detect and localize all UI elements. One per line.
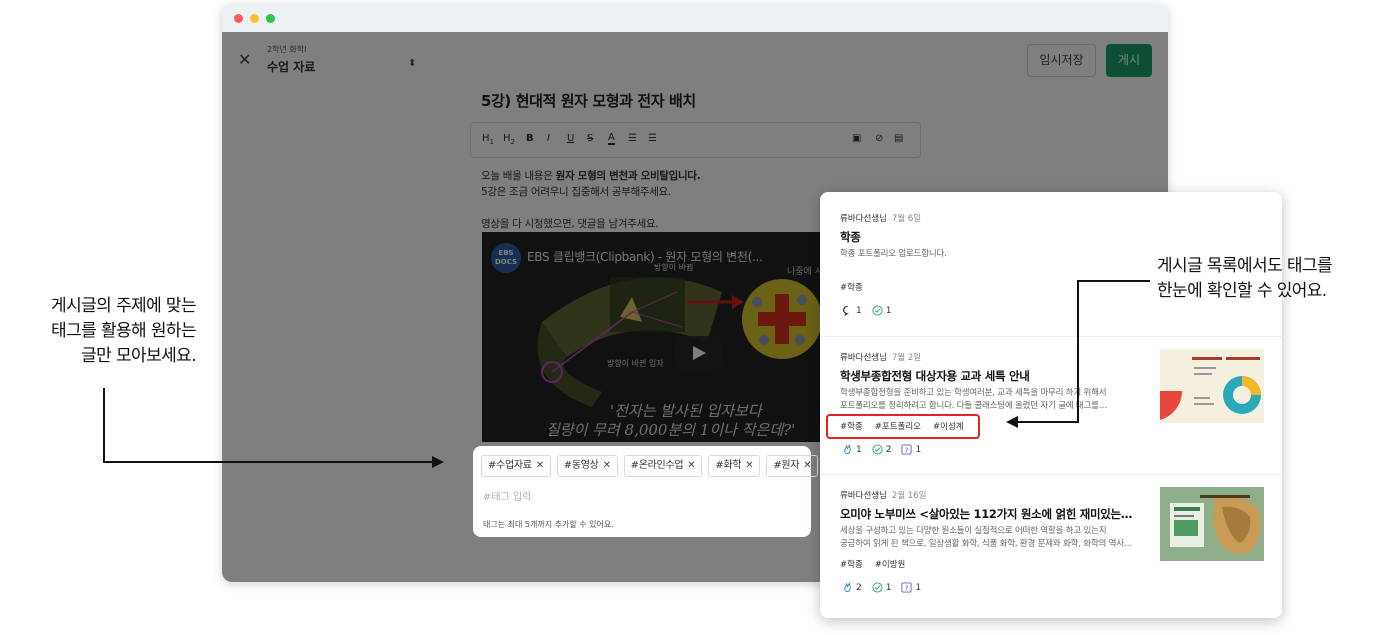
post-stats: 1 2 ? 1 <box>842 444 921 455</box>
post-tags: #학종 <box>840 281 863 293</box>
annotation-left-line: 글만 모아보세요. <box>81 346 196 366</box>
tag-limit-hint: 태그는 최대 5개까지 추가할 수 있어요. <box>483 520 614 529</box>
post-date: 7월 2일 <box>891 353 922 363</box>
question-stat[interactable]: ? 1 <box>901 444 921 455</box>
post-date: 2월 16일 <box>891 491 927 501</box>
post-excerpt: 세상을 구성하고 있는 다양한 원소들이 실질적으로 어떠한 역할을 하고 있는… <box>840 526 1107 536</box>
tag-chip[interactable]: #원자 ✕ <box>766 455 819 477</box>
check-count: 2 <box>885 444 892 455</box>
window-minimize-dot[interactable] <box>250 14 259 23</box>
question-icon: ? <box>901 582 913 593</box>
post-author: 류바다선생님 7월 2일 <box>840 351 921 363</box>
tag-chip-list: #수업자료 ✕ #동영상 ✕ #온라인수업 ✕ #화학 ✕ #원자 ✕ <box>481 455 819 477</box>
check-count: 1 <box>885 582 892 593</box>
svg-text:?: ? <box>905 445 909 454</box>
post-stats: 2 1 ? 1 <box>842 582 921 593</box>
post-thumbnail[interactable] <box>1160 487 1264 561</box>
book-cover-thumbnail <box>1160 487 1264 561</box>
remove-tag-icon[interactable]: ✕ <box>687 460 695 471</box>
question-icon: ? <box>901 444 913 455</box>
annotation-left-line: 태그를 활용해 원하는 <box>51 321 197 341</box>
annotation-right-line: 한눈에 확인할 수 있어요. <box>1157 281 1327 301</box>
annotation-left: 게시글의 주제에 맞는 태그를 활용해 원하는 글만 모아보세요. <box>51 294 197 369</box>
post-author: 류바다선생님 2월 16일 <box>840 489 927 501</box>
clap-icon <box>844 582 851 593</box>
remove-tag-icon[interactable]: ✕ <box>603 460 611 471</box>
window-titlebar <box>222 4 1168 32</box>
clap-count: 1 <box>856 444 862 455</box>
comment-stat[interactable]: 1 <box>842 305 862 316</box>
post-author: 류바다선생님 7월 6일 <box>840 212 921 224</box>
pie-chart-thumbnail <box>1160 349 1264 423</box>
post-excerpt: 궁금하여 읽게 된 책으로, 일상생활 화학, 식품 화학, 환경 문제와 화학… <box>840 539 1133 549</box>
clap-count: 2 <box>856 582 862 593</box>
remove-tag-icon[interactable]: ✕ <box>536 460 544 471</box>
post-stats: 1 1 <box>842 305 891 316</box>
post-item[interactable]: 류바다선생님 7월 2일 학생부종합전형 대상자용 교과 세특 안내 학생부종합전… <box>820 337 1282 475</box>
comment-count: 1 <box>856 305 862 316</box>
post-tag[interactable]: #학종 <box>840 281 863 293</box>
tag-chip[interactable]: #온라인수업 ✕ <box>623 455 703 477</box>
tag-chip[interactable]: #동영상 ✕ <box>556 455 618 477</box>
question-stat[interactable]: ? 1 <box>901 582 921 593</box>
window-close-dot[interactable] <box>234 14 243 23</box>
remove-tag-icon[interactable]: ✕ <box>803 460 811 471</box>
tag-highlight-box <box>826 414 980 439</box>
post-date: 7월 6일 <box>891 214 922 224</box>
post-excerpt: 학종 포트폴리오 업로드합니다. <box>840 249 947 259</box>
clap-icon <box>844 444 851 455</box>
check-stat[interactable]: 1 <box>872 305 892 316</box>
tag-chip[interactable]: #화학 ✕ <box>708 455 761 477</box>
promo-stage: 게시글의 주제에 맞는 태그를 활용해 원하는 글만 모아보세요. ✕ 2학년 … <box>0 0 1391 635</box>
check-icon <box>872 582 883 593</box>
tag-panel: #수업자료 ✕ #동영상 ✕ #온라인수업 ✕ #화학 ✕ #원자 ✕ #태그 입력 태그… <box>473 446 819 537</box>
check-stat[interactable]: 2 <box>872 444 892 455</box>
tag-chip-label: #화학 <box>715 460 742 471</box>
tag-chip-label: #온라인수업 <box>630 460 684 471</box>
author-name: 류바다선생님 <box>840 353 887 363</box>
post-excerpt: 학생부종합전형을 준비하고 있는 학생여러분, 교과 세특을 마무리 하기 위해… <box>840 388 1107 398</box>
check-icon <box>872 444 883 455</box>
clap-stat[interactable]: 1 <box>842 444 862 455</box>
remove-tag-icon[interactable]: ✕ <box>745 460 753 471</box>
post-thumbnail[interactable] <box>1160 349 1264 423</box>
annotation-right: 게시글 목록에서도 태그를 한눈에 확인할 수 있어요. <box>1157 254 1333 304</box>
window-maximize-dot[interactable] <box>266 14 275 23</box>
tag-chip-label: #수업자료 <box>488 460 532 471</box>
author-name: 류바다선생님 <box>840 491 887 501</box>
tag-chip-label: #원자 <box>773 460 800 471</box>
post-tag[interactable]: #학종 <box>840 558 863 570</box>
tag-chip-label: #동영상 <box>563 460 599 471</box>
check-icon <box>872 305 883 316</box>
tag-chip[interactable]: #수업자료 ✕ <box>481 455 551 477</box>
post-tags: #학종 #이방원 <box>840 558 905 570</box>
author-name: 류바다선생님 <box>840 214 887 224</box>
annotation-right-line: 게시글 목록에서도 태그를 <box>1157 256 1333 276</box>
post-tag[interactable]: #이방원 <box>875 558 906 570</box>
post-title[interactable]: 오미야 노부미쓰 <살아있는 112가지 원소에 얽힌 재미있는… <box>840 506 1132 522</box>
svg-text:?: ? <box>905 583 909 592</box>
question-count: 1 <box>915 582 922 593</box>
question-count: 1 <box>915 444 922 455</box>
tag-input[interactable]: #태그 입력 <box>483 488 531 503</box>
annotation-left-line: 게시글의 주제에 맞는 <box>51 296 197 316</box>
post-title[interactable]: 학생부종합전형 대상자용 교과 세특 안내 <box>840 368 1030 384</box>
post-title[interactable]: 학종 <box>840 229 861 245</box>
check-stat[interactable]: 1 <box>872 582 892 593</box>
comment-icon <box>842 305 850 316</box>
clap-stat[interactable]: 2 <box>842 582 862 593</box>
check-count: 1 <box>885 305 892 316</box>
post-item[interactable]: 류바다선생님 2월 16일 오미야 노부미쓰 <살아있는 112가지 원소에 얽힌… <box>820 475 1282 618</box>
post-excerpt: 포트폴리오를 정리하려고 합니다. 다들 클래스팅에 올렸던 자기 글에 태그를… <box>840 401 1108 411</box>
